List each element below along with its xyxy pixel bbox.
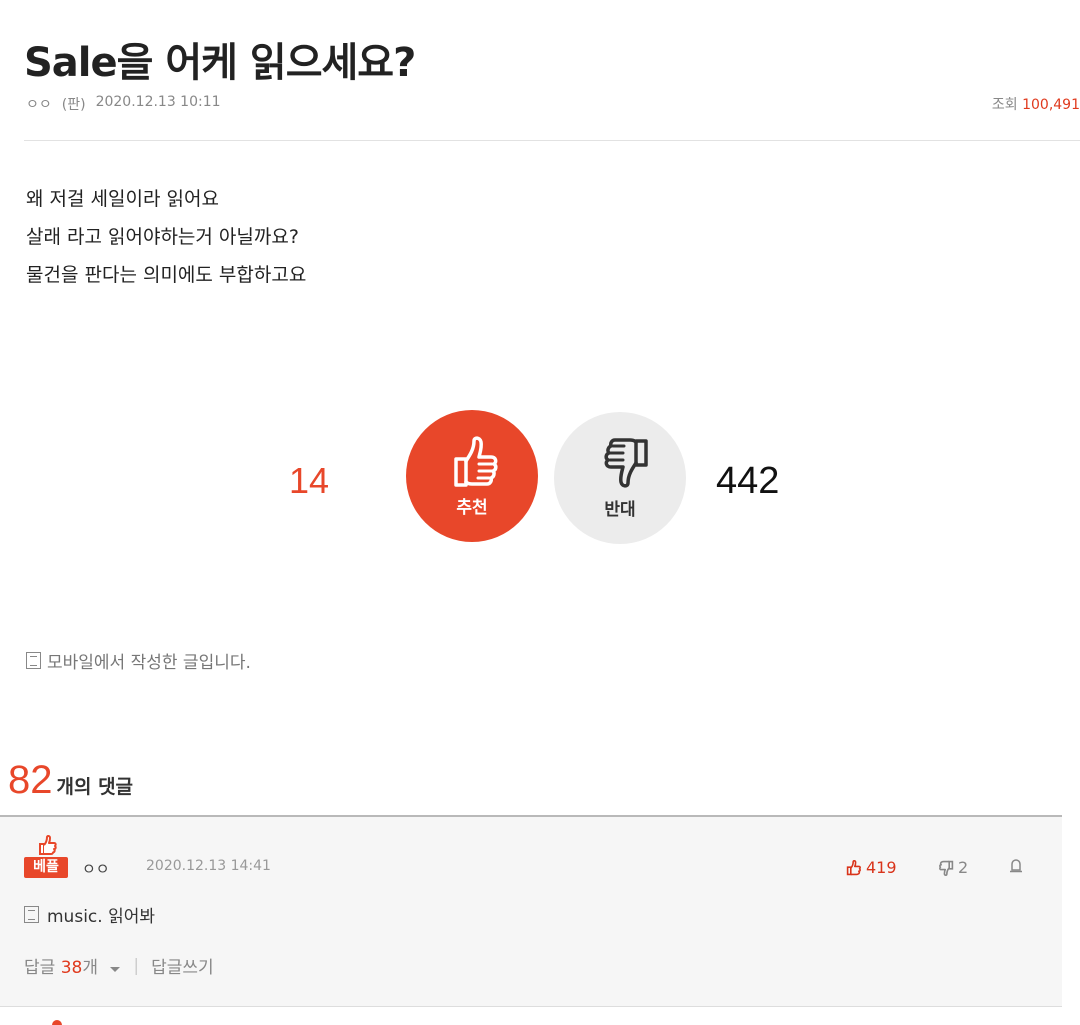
document-icon	[24, 906, 39, 923]
caret-down-icon	[110, 967, 121, 972]
post-author[interactable]: ㅇㅇ	[26, 94, 52, 114]
thumbs-up-icon	[846, 859, 861, 875]
replies-label: 답글	[24, 958, 56, 978]
thumbs-up-icon	[454, 435, 498, 487]
comment-replies: 답글 38개 | 답글쓰기	[24, 953, 214, 979]
replies-separator: |	[133, 955, 140, 976]
downvote-label: 반대	[604, 499, 636, 520]
vote-area: 14 추천 반대 442	[0, 410, 1080, 550]
document-icon	[26, 652, 41, 669]
mobile-note: 모바일에서 작성한 글입니다.	[26, 648, 251, 673]
post-title: Sale을 어케 읽으세요?	[24, 40, 416, 86]
comment-text-content: music. 읽어봐	[47, 907, 155, 927]
comment-downvote-count: 2	[958, 858, 969, 877]
comment-text: music. 읽어봐	[24, 902, 155, 927]
comment-item: 베플 ㅇㅇ 2020.12.13 14:41 419 2 music. 읽어봐 …	[0, 817, 1062, 1007]
best-comment-label: 베플	[24, 857, 68, 878]
post-meta: ㅇㅇ (판) 2020.12.13 10:11	[26, 94, 221, 114]
replies-toggle[interactable]: 답글 38개	[24, 953, 121, 978]
comments-header: 82 개의 댓글	[8, 758, 133, 803]
post-body-line: 물건을 판다는 의미에도 부합하고요	[26, 264, 307, 286]
upvote-count: 14	[289, 460, 330, 501]
report-icon[interactable]	[1009, 859, 1023, 873]
upvote-button[interactable]: 추천	[406, 410, 538, 542]
downvote-count: 442	[716, 460, 780, 502]
comment-downvote-button[interactable]: 2	[938, 858, 968, 877]
best-comment-badge: 베플	[24, 835, 68, 879]
downvote-button[interactable]: 반대	[554, 412, 686, 544]
views-label: 조회	[991, 97, 1018, 113]
thumbs-up-icon	[39, 835, 57, 855]
replies-count: 38	[60, 958, 83, 978]
views-number: 100,491	[1022, 97, 1080, 113]
post-body-line: 살래 라고 읽어야하는거 아닐까요?	[26, 226, 299, 248]
thumbs-down-icon	[939, 860, 954, 876]
comment-author[interactable]: ㅇㅇ	[82, 858, 110, 879]
comment-date: 2020.12.13 14:41	[146, 858, 271, 874]
post-source: (판)	[61, 97, 86, 113]
post-body-line: 왜 저걸 세일이라 읽어요	[26, 188, 219, 210]
post-date: 2020.12.13 10:11	[95, 94, 221, 110]
header-divider	[24, 140, 1080, 141]
next-comment-badge-peek	[52, 1020, 62, 1025]
comment-upvote-button[interactable]: 419	[846, 858, 897, 877]
view-count: 조회 100,491	[992, 94, 1080, 114]
upvote-label: 추천	[456, 497, 488, 518]
mobile-note-text: 모바일에서 작성한 글입니다.	[47, 653, 251, 673]
comments-label: 개의 댓글	[56, 776, 134, 798]
replies-suffix: 개	[82, 958, 98, 978]
thumbs-down-icon	[604, 437, 648, 488]
comments-count: 82	[8, 758, 53, 802]
post-body: 왜 저걸 세일이라 읽어요 살래 라고 읽어야하는거 아닐까요? 물건을 판다는…	[26, 180, 306, 294]
write-reply-button[interactable]: 답글쓰기	[151, 953, 214, 978]
comment-upvote-count: 419	[866, 858, 897, 877]
